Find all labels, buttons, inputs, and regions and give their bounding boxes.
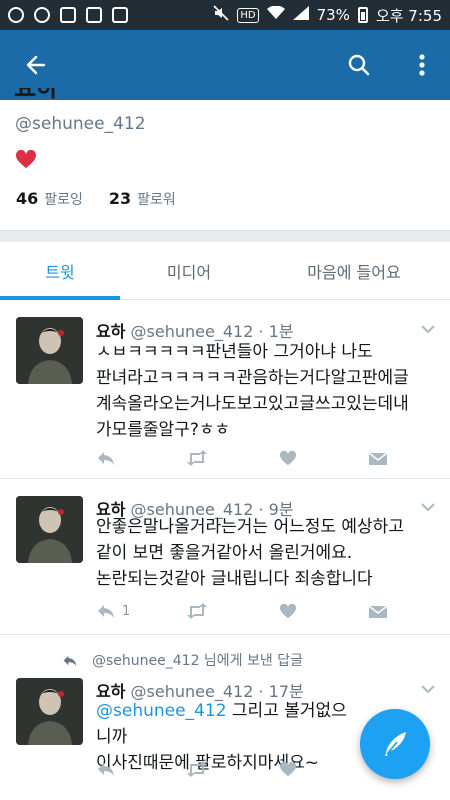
arrow-left-icon xyxy=(26,55,46,75)
back-button[interactable] xyxy=(18,47,54,83)
retweet-icon xyxy=(187,450,207,466)
tweet-line: 안좋은말나올거라는거는 어느정도 예상하고 xyxy=(96,517,404,537)
following-label: 팔로잉 xyxy=(44,192,83,208)
twitter-profile-screen: { "status_bar": { "battery": "73%", "tim… xyxy=(0,0,450,800)
like-button[interactable] xyxy=(279,600,297,622)
retweet-icon xyxy=(187,603,207,619)
retweet-button[interactable] xyxy=(186,758,208,780)
reply-icon xyxy=(98,763,114,776)
like-button[interactable] xyxy=(279,447,297,469)
more-options-button[interactable] xyxy=(404,47,440,83)
tweet-line: 가모를줄알구?ㅎㅎ xyxy=(96,420,231,440)
tweet-text: ㅅㅂㅋㅋㅋㅋㅋ판년들아 그거아냐 나도 판녀라고ㅋㅋㅋㅋㅋ관음하는거다알고판에글… xyxy=(96,339,441,443)
tweet-text: 안좋은말나올거라는거는 어느정도 예상하고 같이 보면 좋을거같아서 올린거에요… xyxy=(96,514,441,592)
tweet-line: 논란되는것같아 글내립니다 죄송합니다 xyxy=(96,569,373,589)
reply-count: 1 xyxy=(122,603,131,619)
hd-voice-icon: HD xyxy=(237,7,259,23)
active-tab-indicator xyxy=(0,296,120,300)
chevron-down-icon[interactable] xyxy=(418,679,438,699)
reply-button[interactable] xyxy=(96,758,116,780)
follow-stats: 46 팔로잉 23 팔로워 xyxy=(16,189,176,209)
retweet-button[interactable] xyxy=(186,600,208,622)
reply-context-text: @sehunee_412 님에게 보낸 답글 xyxy=(92,653,303,669)
tweet-actions: 1 xyxy=(96,600,396,622)
gallery-notification-icon xyxy=(60,7,76,23)
followers-stat[interactable]: 23 팔로워 xyxy=(109,189,176,209)
envelope-icon xyxy=(368,452,388,465)
reply-button[interactable]: 1 xyxy=(96,600,130,622)
reply-icon xyxy=(98,605,114,618)
direct-message-button[interactable] xyxy=(368,447,388,469)
tab-media[interactable]: 미디어 xyxy=(120,242,258,299)
tweet-item[interactable]: 요하 @sehunee_412 · 9분 안좋은말나올거라는거는 어느정도 예상… xyxy=(0,480,450,635)
following-stat[interactable]: 46 팔로잉 xyxy=(16,189,83,209)
heart-icon xyxy=(279,450,297,466)
search-icon xyxy=(348,54,370,76)
download-notification-icon xyxy=(112,7,128,23)
direct-message-button[interactable] xyxy=(368,600,388,622)
tweet-actions xyxy=(96,758,396,780)
profile-name: 요하 xyxy=(14,88,59,102)
following-count: 46 xyxy=(16,189,39,208)
profile-header: 요하 @sehunee_412 46 팔로잉 23 팔로워 xyxy=(0,88,450,230)
signal-icon xyxy=(292,6,309,24)
avatar[interactable] xyxy=(16,678,83,745)
retweet-button[interactable] xyxy=(186,447,208,469)
tweet-actions xyxy=(96,447,396,469)
app-toolbar xyxy=(0,30,450,100)
heart-icon xyxy=(279,603,297,619)
store-notification-icon xyxy=(86,7,102,23)
tab-tweets-label: 트윗 xyxy=(45,262,75,282)
followers-count: 23 xyxy=(108,189,132,208)
tweet-line: 판녀라고ㅋㅋㅋㅋㅋ관음하는거다알고판에글 xyxy=(96,368,409,388)
heart-emoji-icon xyxy=(15,149,37,169)
app-notification-icon xyxy=(8,7,24,23)
profile-tabs: 트윗 미디어 마음에 들어요 xyxy=(0,242,450,300)
wifi-icon xyxy=(266,5,285,24)
profile-handle: @sehunee_412 xyxy=(15,114,146,134)
tweet-line: @sehunee_412 그리고 볼거없으니까 xyxy=(96,698,356,750)
status-bar: HD 73% 오후 7:55 xyxy=(0,0,450,30)
quill-compose-icon xyxy=(385,732,406,756)
avatar[interactable] xyxy=(16,496,83,563)
clock: 오후 7:55 xyxy=(375,6,442,25)
retweet-icon xyxy=(187,761,207,777)
tab-tweets[interactable]: 트윗 xyxy=(0,242,120,300)
instagram-notification-icon xyxy=(34,7,50,23)
mention-link[interactable]: @sehunee_412 xyxy=(96,701,227,721)
tab-likes[interactable]: 마음에 들어요 xyxy=(258,242,450,299)
chevron-down-icon[interactable] xyxy=(418,319,438,339)
like-button[interactable] xyxy=(279,758,297,780)
followers-label: 팔로워 xyxy=(137,192,176,208)
compose-tweet-button[interactable] xyxy=(360,709,430,779)
reply-context: @sehunee_412 님에게 보낸 답글 xyxy=(62,650,303,670)
tweet-line: 계속올라오는거나도보고있고글쓰고있는데내 xyxy=(96,394,409,414)
tweet-line: ㅅㅂㅋㅋㅋㅋㅋ판년들아 그거아냐 나도 xyxy=(96,342,373,362)
tab-likes-label: 마음에 들어요 xyxy=(307,262,401,282)
tab-media-label: 미디어 xyxy=(166,262,212,282)
heart-icon xyxy=(279,761,297,777)
mute-icon xyxy=(213,5,229,25)
more-vertical-icon xyxy=(419,54,425,76)
tweet-item[interactable]: 요하 @sehunee_412 · 1분 ㅅㅂㅋㅋㅋㅋㅋ판년들아 그거아냐 나도… xyxy=(0,301,450,479)
avatar[interactable] xyxy=(16,317,83,384)
search-button[interactable] xyxy=(341,47,377,83)
reply-button[interactable] xyxy=(96,447,116,469)
battery-icon xyxy=(357,7,368,23)
tweet-line: 같이 보면 좋을거같아서 올린거에요. xyxy=(96,543,353,563)
envelope-icon xyxy=(368,605,388,618)
reply-icon xyxy=(98,452,114,465)
battery-percent: 73% xyxy=(316,6,350,24)
section-divider xyxy=(0,230,450,242)
reply-arrow-icon xyxy=(63,655,77,666)
